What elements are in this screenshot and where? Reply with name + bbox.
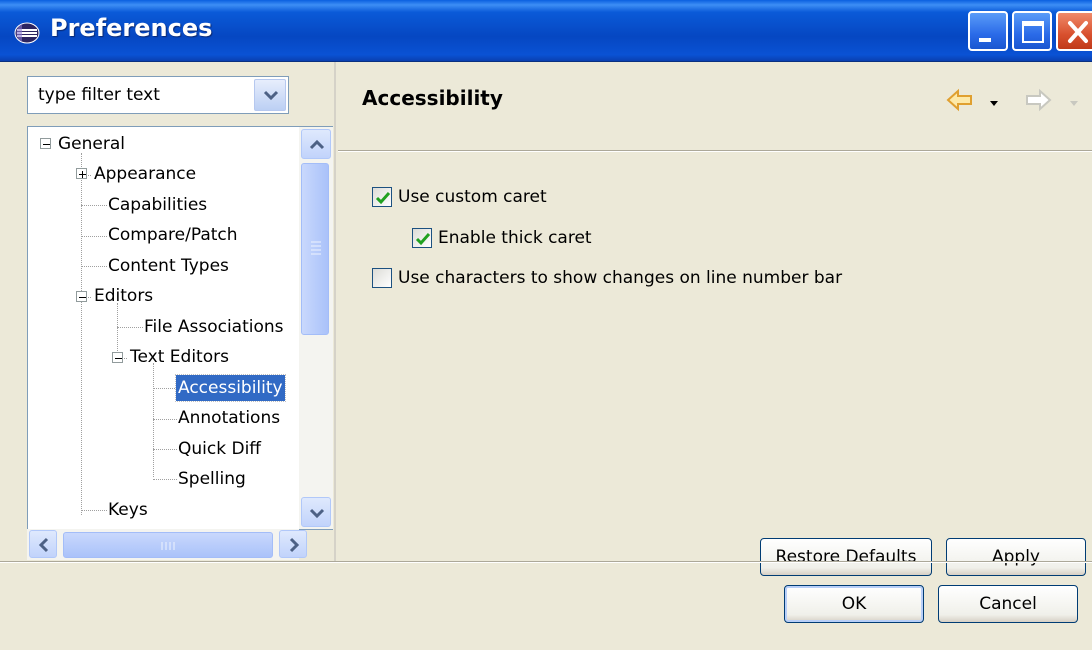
tree-item-spelling[interactable]: Spelling (176, 464, 248, 494)
forward-arrow-icon (1026, 88, 1052, 112)
chevron-up-icon (309, 139, 325, 150)
scroll-thumb[interactable] (301, 163, 329, 335)
restore-defaults-button[interactable]: Restore Defaults (760, 538, 932, 576)
tree-item-compare-patch[interactable]: Compare/Patch (106, 220, 240, 250)
minimize-button[interactable] (968, 11, 1008, 51)
scroll-right-button[interactable] (279, 530, 307, 558)
collapse-toggle[interactable] (40, 138, 51, 149)
minus-icon (79, 297, 86, 298)
tree-item-capabilities[interactable]: Capabilities (106, 190, 209, 220)
chevron-down-icon (263, 90, 279, 101)
forward-history-dropdown[interactable] (1068, 94, 1080, 114)
window-title: Preferences (50, 14, 213, 42)
tree-item-keys[interactable]: Keys (106, 495, 150, 525)
tree-item-annotations[interactable]: Annotations (176, 403, 282, 433)
close-icon (1068, 21, 1088, 43)
minus-icon (43, 144, 50, 145)
tree-item-file-associations[interactable]: File Associations (142, 312, 286, 342)
checkmark-icon (375, 192, 391, 205)
scroll-down-button[interactable] (301, 497, 331, 527)
chevron-left-icon (38, 537, 49, 553)
tree-vertical-scrollbar[interactable] (299, 127, 333, 529)
close-button[interactable] (1056, 11, 1092, 51)
plus-icon (79, 171, 86, 178)
dropdown-arrow-icon (990, 101, 998, 106)
checkbox[interactable] (372, 268, 392, 288)
expand-toggle[interactable] (76, 168, 87, 179)
eclipse-icon (14, 22, 40, 44)
back-history-dropdown[interactable] (988, 94, 1000, 114)
tree-item-quick-diff[interactable]: Quick Diff (176, 434, 263, 464)
dialog-separator (0, 561, 1092, 563)
preference-tree[interactable]: General Appearance Capabilities Compare/… (27, 126, 333, 530)
scroll-up-button[interactable] (301, 129, 331, 159)
tree-item-general[interactable]: General (56, 129, 127, 159)
header-separator (338, 150, 1092, 152)
back-arrow-icon (946, 88, 972, 112)
chevron-down-icon (309, 508, 325, 519)
scroll-thumb[interactable] (63, 532, 273, 558)
panel-divider[interactable] (334, 62, 336, 561)
back-button[interactable] (946, 88, 974, 117)
checkbox[interactable] (372, 187, 392, 207)
tree-horizontal-scrollbar[interactable] (27, 529, 307, 560)
tree-item-text-editors[interactable]: Text Editors (128, 342, 231, 372)
cancel-button[interactable]: Cancel (938, 585, 1078, 623)
tree-item-appearance[interactable]: Appearance (92, 159, 198, 189)
chevron-right-icon (289, 537, 300, 553)
minus-icon (115, 358, 122, 359)
tree-item-content-types[interactable]: Content Types (106, 251, 231, 281)
filter-input[interactable] (28, 77, 254, 113)
tree-item-accessibility[interactable]: Accessibility (175, 373, 286, 403)
title-bar[interactable]: Preferences (0, 0, 1092, 62)
minimize-icon (979, 38, 991, 42)
apply-button[interactable]: Apply (946, 538, 1086, 576)
ok-button[interactable]: OK (784, 585, 924, 623)
scroll-left-button[interactable] (29, 530, 57, 558)
maximize-button[interactable] (1012, 11, 1052, 51)
filter-dropdown-button[interactable] (254, 79, 286, 111)
tree-item-editors[interactable]: Editors (92, 281, 155, 311)
checkbox[interactable] (412, 228, 432, 248)
checkmark-icon (415, 233, 431, 246)
maximize-icon (1022, 21, 1044, 43)
filter-combo[interactable] (27, 76, 289, 114)
page-title: Accessibility (362, 86, 503, 110)
collapse-toggle[interactable] (112, 352, 123, 363)
collapse-toggle[interactable] (76, 291, 87, 302)
forward-button[interactable] (1024, 88, 1052, 117)
dropdown-arrow-icon (1070, 101, 1078, 106)
